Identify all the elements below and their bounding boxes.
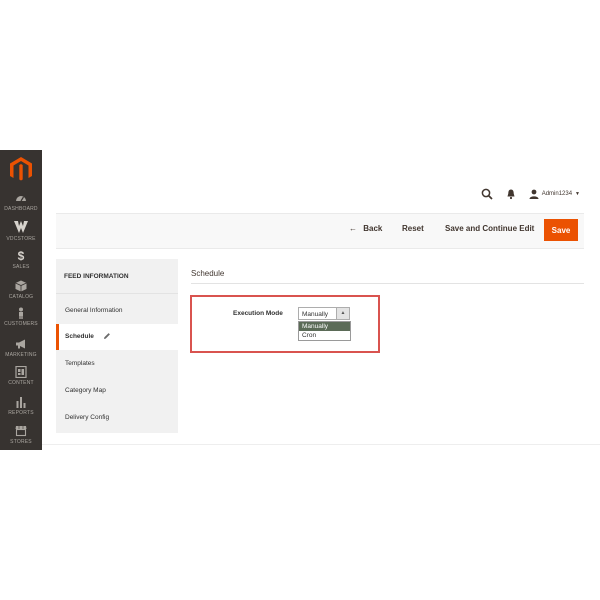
nav-item-stores[interactable]: Stores <box>0 425 42 445</box>
vdcstore-icon <box>14 221 28 233</box>
execution-mode-label: Execution Mode <box>233 310 283 317</box>
layout-icon <box>15 366 27 378</box>
execution-mode-options: Manually Cron <box>298 321 351 341</box>
reset-button[interactable]: Reset <box>402 224 424 233</box>
store-icon <box>15 426 27 437</box>
select-value: Manually <box>302 310 329 318</box>
person-icon <box>19 307 23 319</box>
tab-delivery-config[interactable]: Delivery Config <box>56 405 178 431</box>
feed-information-tabs: FEED INFORMATION General Information Sch… <box>56 259 178 433</box>
magento-logo-icon[interactable] <box>8 156 34 182</box>
option-manually[interactable]: Manually <box>299 322 350 331</box>
back-label: Back <box>363 224 383 233</box>
nav-label: Catalog <box>8 294 34 300</box>
nav-item-dashboard[interactable]: Dashboard <box>0 192 42 212</box>
nav-label: Reports <box>8 410 34 416</box>
admin-sidebar: Dashboard VDCStore $ Sales Catalog Custo… <box>0 150 42 450</box>
divider <box>56 293 178 294</box>
bell-icon[interactable] <box>505 188 517 200</box>
chevron-down-icon: ▼ <box>575 191 580 197</box>
tab-label: Templates <box>65 360 95 367</box>
user-menu[interactable]: Admin1234 ▼ <box>529 189 580 199</box>
nav-label: Sales <box>12 264 30 270</box>
tab-label: Schedule <box>65 333 94 340</box>
nav-item-marketing[interactable]: Marketing <box>0 338 42 358</box>
execution-mode-select[interactable]: Manually ▲ <box>298 307 350 320</box>
tab-label: Category Map <box>65 387 106 394</box>
search-icon[interactable] <box>481 188 493 200</box>
tab-schedule[interactable]: Schedule <box>56 324 178 350</box>
nav-item-reports[interactable]: Reports <box>0 396 42 416</box>
option-cron[interactable]: Cron <box>299 331 350 340</box>
highlight-box <box>190 295 380 353</box>
nav-item-catalog[interactable]: Catalog <box>0 280 42 300</box>
chevron-up-icon[interactable]: ▲ <box>336 308 349 319</box>
arrow-left-icon: ← <box>349 224 357 233</box>
tab-label: Delivery Config <box>65 414 110 421</box>
cube-icon <box>15 280 27 292</box>
nav-item-sales[interactable]: $ Sales <box>0 250 42 270</box>
nav-label: Dashboard <box>4 206 38 212</box>
nav-label: Stores <box>10 439 32 445</box>
nav-item-content[interactable]: Content <box>0 366 42 386</box>
nav-item-vdcstore[interactable]: VDCStore <box>0 220 42 242</box>
save-button[interactable]: Save <box>544 219 578 241</box>
tab-category-map[interactable]: Category Map <box>56 378 178 404</box>
nav-label: Content <box>8 380 34 386</box>
bar-chart-icon <box>16 397 26 408</box>
save-and-continue-button[interactable]: Save and Continue Edit <box>445 224 534 233</box>
back-button[interactable]: ← Back <box>349 224 382 233</box>
megaphone-icon <box>16 339 25 349</box>
user-name: Admin1234 <box>541 191 573 197</box>
nav-label: Customers <box>4 321 38 327</box>
pencil-icon <box>104 333 110 339</box>
dollar-icon: $ <box>17 249 25 263</box>
tab-label: General Information <box>65 307 123 314</box>
dashboard-icon <box>16 196 26 202</box>
divider <box>42 444 600 445</box>
tab-general-information[interactable]: General Information <box>56 298 178 324</box>
user-icon <box>529 189 539 199</box>
nav-item-customers[interactable]: Customers <box>0 307 42 327</box>
divider <box>191 283 584 284</box>
nav-label: Marketing <box>5 352 37 358</box>
header-actions: Admin1234 ▼ <box>469 187 580 201</box>
tabs-title: FEED INFORMATION <box>64 273 129 280</box>
page-actions-bar: ← Back Reset Save and Continue Edit Save <box>56 213 584 249</box>
admin-app: Dashboard VDCStore $ Sales Catalog Custo… <box>0 150 600 450</box>
section-title: Schedule <box>191 269 225 278</box>
tab-templates[interactable]: Templates <box>56 351 178 377</box>
nav-label: VDCStore <box>6 236 36 242</box>
